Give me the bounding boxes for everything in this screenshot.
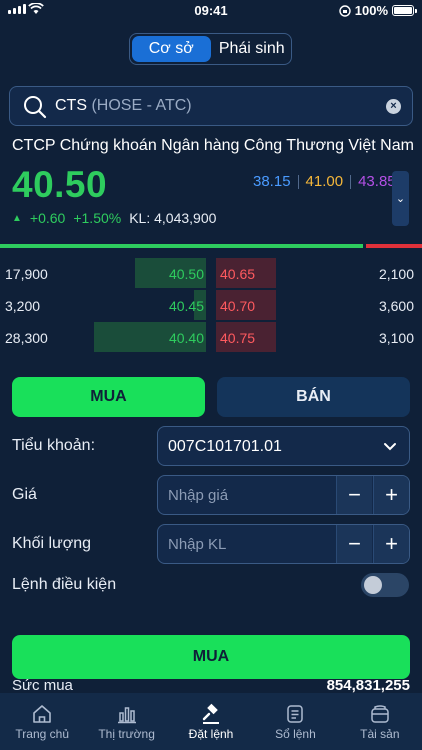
price-increase-button[interactable]: + [373, 476, 409, 514]
change-value: +0.60 [29, 210, 66, 226]
last-price: 40.50 [12, 164, 108, 205]
ask-quantity: 3,600 [378, 298, 414, 314]
ask-quantity: 3,100 [378, 330, 414, 346]
account-value: 007C101701.01 [168, 438, 282, 455]
order-book-row: 3,200 40.45 40.70 3,600 [0, 290, 422, 322]
clear-icon[interactable]: × [386, 99, 401, 114]
list-icon [287, 705, 304, 723]
price-label: Giá [12, 486, 37, 503]
ask-ratio-bar [366, 244, 422, 248]
buy-tab[interactable]: MUA [12, 377, 205, 417]
symbol-search-input[interactable]: CTS (HOSE - ATC) × [9, 86, 413, 126]
open-price: 41.00 [305, 173, 344, 190]
tab-place-order[interactable]: Đặt lệnh [169, 693, 253, 750]
order-book-row: 28,300 40.40 40.75 3,100 [0, 322, 422, 354]
order-book-row: 17,900 40.50 40.65 2,100 [0, 258, 422, 290]
chart-icon [117, 707, 136, 724]
sell-tab[interactable]: BÁN [217, 377, 410, 417]
battery-percent: 100% [354, 3, 388, 18]
price-input[interactable]: Nhập giá [168, 487, 228, 504]
reference-price: 38.15 [253, 173, 291, 190]
tab-place-order-label: Đặt lệnh [188, 727, 234, 741]
price-field: Nhập giá − + [157, 475, 410, 515]
bid-price[interactable]: 40.45 [169, 298, 204, 314]
tab-market-label: Thị trường [98, 727, 155, 741]
tab-assets[interactable]: Tài sản [338, 693, 422, 750]
search-symbol: CTS [55, 97, 87, 114]
orientation-lock-icon [339, 4, 351, 17]
home-icon [33, 705, 52, 723]
quantity-decrease-button[interactable]: − [336, 525, 372, 563]
ask-price[interactable]: 40.70 [220, 298, 255, 314]
up-arrow-icon: ▲ [12, 212, 22, 224]
bid-ratio-bar [0, 244, 363, 248]
ask-price[interactable]: 40.75 [220, 330, 255, 346]
submit-buy-button[interactable]: MUA [12, 635, 410, 679]
company-name: CTCP Chứng khoán Ngân hàng Công Thương V… [12, 137, 414, 154]
tab-order-book[interactable]: Sổ lệnh [253, 693, 337, 750]
conditional-order-label: Lệnh điều kiện [12, 576, 117, 593]
price-decrease-button[interactable]: − [336, 476, 372, 514]
change-percent: +1.50% [73, 210, 122, 226]
wallet-icon [371, 705, 389, 723]
market-segment-control: Cơ sở Phái sinh [129, 33, 292, 65]
segment-phai-sinh[interactable]: Phái sinh [213, 34, 292, 64]
account-label: Tiểu khoản: [12, 437, 96, 454]
ask-price[interactable]: 40.65 [220, 266, 255, 282]
reference-prices: 38.15 41.00 43.85 [246, 173, 403, 190]
tab-assets-label: Tài sản [360, 727, 400, 741]
status-bar: 09:41 100% [0, 0, 422, 22]
price-change: ▲ +0.60 +1.50% KL: 4,043,900 [12, 210, 216, 226]
chevron-down-icon[interactable]: ⌄ [392, 171, 409, 226]
search-icon [24, 96, 47, 119]
tab-order-book-label: Sổ lệnh [275, 727, 316, 741]
bid-price[interactable]: 40.50 [169, 266, 204, 282]
quantity-increase-button[interactable]: + [373, 525, 409, 563]
hammer-icon [202, 703, 220, 724]
bid-price[interactable]: 40.40 [169, 330, 204, 346]
tab-home[interactable]: Trang chủ [0, 693, 84, 750]
quantity-label: Khối lượng [12, 535, 92, 552]
buying-power-label: Sức mua [12, 677, 73, 694]
quantity-field: Nhập KL − + [157, 524, 410, 564]
tab-home-label: Trang chủ [15, 727, 69, 741]
conditional-order-toggle[interactable] [361, 573, 409, 597]
quantity-input[interactable]: Nhập KL [168, 536, 226, 553]
account-select[interactable]: 007C101701.01 [157, 426, 410, 466]
buying-power-value: 854,831,255 [326, 677, 410, 694]
ask-quantity: 2,100 [378, 266, 414, 282]
bid-quantity: 17,900 [5, 266, 48, 282]
segment-co-so[interactable]: Cơ sở [132, 36, 211, 62]
chevron-down-icon [384, 443, 396, 451]
bid-quantity: 3,200 [5, 298, 41, 314]
volume: KL: 4,043,900 [129, 210, 217, 226]
bottom-tab-bar: Trang chủ Thị trường Đặt lệnh Sổ lệnh Tà… [0, 693, 422, 750]
bid-quantity: 28,300 [5, 330, 48, 346]
tab-market[interactable]: Thị trường [84, 693, 168, 750]
search-exchange: (HOSE - ATC) [91, 97, 192, 114]
battery-icon [392, 5, 417, 16]
